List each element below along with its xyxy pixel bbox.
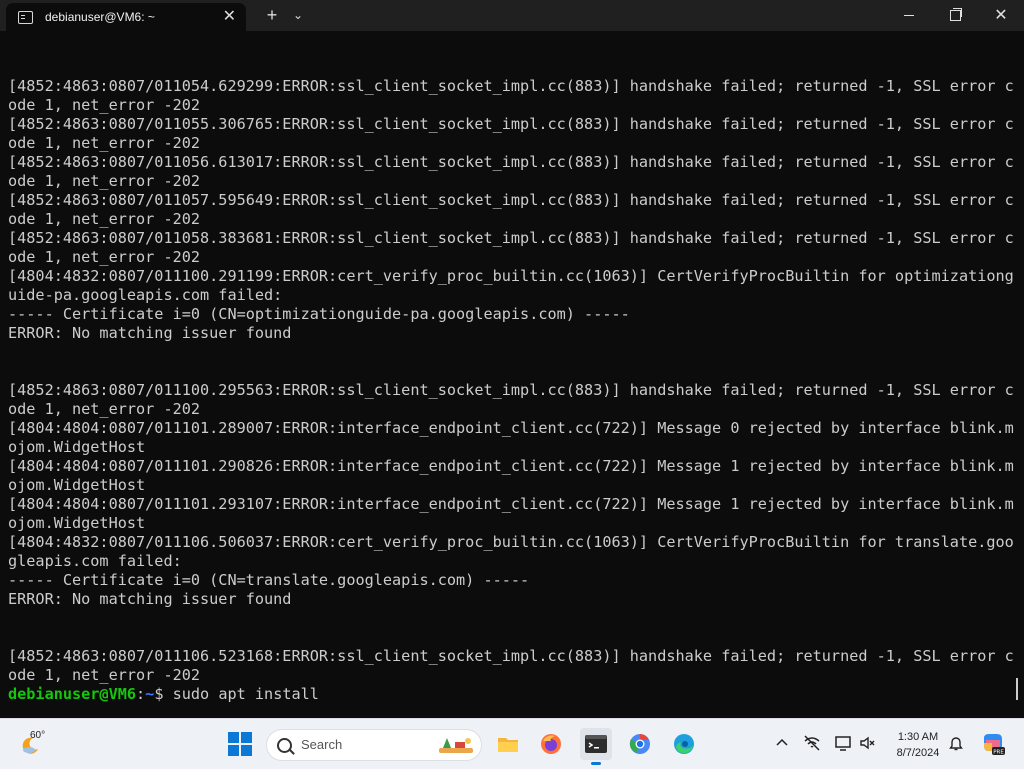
text-cursor <box>1016 678 1018 700</box>
search-highlight-icon <box>439 738 473 753</box>
terminal-line: ode 1, net_error -202 <box>8 400 201 418</box>
terminal-line: ----- Certificate i=0 (CN=translate.goog… <box>8 571 530 589</box>
start-button[interactable] <box>228 732 252 756</box>
svg-text:PRE: PRE <box>993 750 1004 756</box>
taskbar-edge[interactable] <box>668 728 700 760</box>
terminal-line: [4804:4804:0807/011101.289007:ERROR:inte… <box>8 419 1014 437</box>
minimize-icon <box>904 15 914 16</box>
windows-logo-icon <box>228 732 239 743</box>
terminal-tab[interactable]: debianuser@VM6: ~ ✕ <box>6 3 246 31</box>
title-bar: debianuser@VM6: ~ ✕ + ⌄ ✕ <box>0 0 1024 31</box>
taskbar-file-explorer[interactable] <box>492 728 524 760</box>
prompt-command: sudo apt install <box>172 685 319 703</box>
firefox-icon <box>541 734 561 754</box>
chrome-icon <box>629 734 650 754</box>
prompt-user-host: debianuser@VM6 <box>8 685 137 703</box>
maximize-icon <box>949 8 962 21</box>
terminal-line: [4852:4863:0807/011100.295563:ERROR:ssl_… <box>8 381 1014 399</box>
weather-widget[interactable]: 60° <box>18 729 60 759</box>
minimize-button[interactable] <box>886 0 932 31</box>
terminal-lines: [4852:4863:0807/011054.629299:ERROR:ssl_… <box>8 77 1014 704</box>
terminal-icon <box>18 10 33 24</box>
terminal-line: [4804:4804:0807/011101.290826:ERROR:inte… <box>8 457 1014 475</box>
terminal-line: ojom.WidgetHost <box>8 476 146 494</box>
terminal-line: ode 1, net_error -202 <box>8 134 201 152</box>
terminal-line: ojom.WidgetHost <box>8 514 146 532</box>
folder-icon <box>498 738 518 752</box>
tab-dropdown-button[interactable]: ⌄ <box>290 5 306 25</box>
log-output: [4852:4863:0807/011054.629299:ERROR:ssl_… <box>8 77 1014 685</box>
weather-temperature: 60° <box>30 730 46 741</box>
terminal-line: [4852:4863:0807/011056.613017:ERROR:ssl_… <box>8 153 1014 171</box>
taskbar-terminal[interactable] <box>580 728 612 765</box>
copilot-pre-icon[interactable]: PRE <box>980 731 1006 757</box>
new-tab-button[interactable]: + <box>262 4 282 26</box>
windows-logo-pane <box>241 745 252 756</box>
terminal-line: ----- Certificate i=0 (CN=optimizationgu… <box>8 305 630 323</box>
taskbar-chrome[interactable] <box>624 728 656 760</box>
terminal-icon <box>585 735 607 753</box>
prompt-separator: : <box>136 685 146 703</box>
close-window-button[interactable]: ✕ <box>978 0 1024 31</box>
terminal-line: [4804:4832:0807/011100.291199:ERROR:cert… <box>8 267 1014 285</box>
search-placeholder: Search <box>301 737 343 752</box>
terminal-output[interactable]: [4852:4863:0807/011054.629299:ERROR:ssl_… <box>0 31 1024 718</box>
terminal-line: ode 1, net_error -202 <box>8 172 201 190</box>
terminal-line: [4852:4863:0807/011055.306765:ERROR:ssl_… <box>8 115 1014 133</box>
close-icon: ✕ <box>994 6 1008 24</box>
terminal-line: [4852:4863:0807/011057.595649:ERROR:ssl_… <box>8 191 1014 209</box>
prompt-path: ~ <box>145 685 155 703</box>
display-icon[interactable] <box>833 733 853 753</box>
taskbar-search[interactable]: Search <box>266 729 482 761</box>
edge-icon <box>674 734 694 754</box>
terminal-line: uide-pa.googleapis.com failed: <box>8 286 283 304</box>
terminal-line: ojom.WidgetHost <box>8 438 146 456</box>
terminal-line: ode 1, net_error -202 <box>8 210 201 228</box>
terminal-line: [4852:4863:0807/011058.383681:ERROR:ssl_… <box>8 229 1014 247</box>
taskbar-firefox[interactable] <box>535 728 567 760</box>
terminal-line: ode 1, net_error -202 <box>8 248 201 266</box>
terminal-line: [4852:4863:0807/011054.629299:ERROR:ssl_… <box>8 77 1014 95</box>
terminal-line: ode 1, net_error -202 <box>8 96 201 114</box>
maximize-button[interactable] <box>932 0 978 31</box>
clock-date: 8/7/2024 <box>896 747 940 759</box>
terminal-line: [4804:4804:0807/011101.293107:ERROR:inte… <box>8 495 1014 513</box>
windows-logo-pane <box>241 732 252 743</box>
terminal-line: ode 1, net_error -202 <box>8 666 201 684</box>
network-icon[interactable] <box>802 733 822 753</box>
prompt-symbol: $ <box>154 685 173 703</box>
tray-overflow-chevron-icon[interactable] <box>772 733 792 753</box>
system-clock[interactable]: 1:30 AM 8/7/2024 <box>888 729 948 761</box>
clock-time: 1:30 AM <box>897 731 939 743</box>
terminal-line: ERROR: No matching issuer found <box>8 590 292 608</box>
terminal-line: [4852:4863:0807/011106.523168:ERROR:ssl_… <box>8 647 1014 665</box>
terminal-line: [4804:4832:0807/011106.506037:ERROR:cert… <box>8 533 1014 551</box>
terminal-line: gleapis.com failed: <box>8 552 182 570</box>
terminal-line: ERROR: No matching issuer found <box>8 324 292 342</box>
search-icon <box>277 738 292 753</box>
windows-logo-pane <box>228 745 239 756</box>
tab-title: debianuser@VM6: ~ <box>45 10 155 24</box>
notification-bell-icon[interactable] <box>946 733 966 753</box>
speaker-muted-icon[interactable] <box>858 733 878 753</box>
prompt-line[interactable]: debianuser@VM6:~$ sudo apt install <box>8 685 1014 704</box>
taskbar: 60° Search 1:30 AM 8/7/2024 PRE <box>0 718 1024 769</box>
tab-close-icon[interactable]: ✕ <box>223 7 236 27</box>
